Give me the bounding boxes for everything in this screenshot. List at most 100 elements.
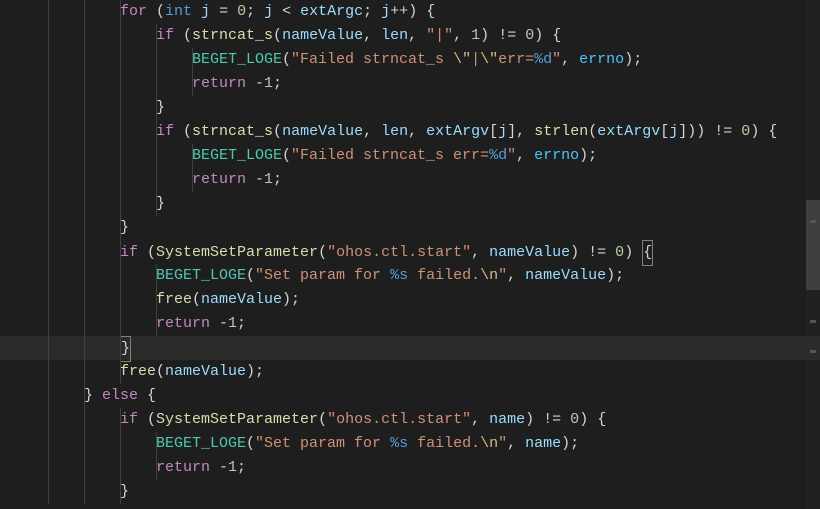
code-line[interactable]: if (strncat_s(nameValue, len, extArgv[j]… — [0, 120, 820, 144]
code-token: return — [156, 459, 219, 476]
code-token: ); — [282, 291, 300, 308]
indent-guide — [120, 480, 121, 504]
indent-guide — [84, 360, 85, 384]
code-token: 1 — [228, 315, 237, 332]
code-line[interactable]: return -1; — [0, 312, 820, 336]
code-token: errno — [534, 147, 579, 164]
code-token: BEGET_LOGE — [156, 435, 246, 452]
code-token: strlen — [534, 123, 588, 140]
indent-guide — [84, 216, 85, 240]
code-token: | — [471, 51, 480, 68]
vertical-scrollbar[interactable] — [806, 0, 820, 509]
code-token: j — [201, 3, 210, 20]
indent-guide — [84, 0, 85, 24]
code-token: nameValue — [525, 267, 606, 284]
code-line[interactable]: } — [0, 336, 820, 360]
indent-guide — [120, 240, 121, 264]
indent-guide — [48, 192, 49, 216]
code-line[interactable]: if (SystemSetParameter("ohos.ctl.start",… — [0, 240, 820, 264]
scrollbar-thumb[interactable] — [806, 200, 820, 290]
code-token: 1 — [264, 171, 273, 188]
indent-guide — [84, 312, 85, 336]
code-line[interactable]: free(nameValue); — [0, 288, 820, 312]
code-token: ( — [273, 123, 282, 140]
code-token: != — [714, 123, 741, 140]
code-line[interactable]: BEGET_LOGE("Set param for %s failed.\n",… — [0, 264, 820, 288]
code-token: free — [120, 363, 156, 380]
code-line[interactable]: } — [0, 216, 820, 240]
code-token: , — [453, 27, 471, 44]
indent-guide — [48, 384, 49, 408]
code-token: 0 — [237, 3, 246, 20]
code-token: nameValue — [282, 27, 363, 44]
indent-guide — [120, 96, 121, 120]
indent-guide — [156, 24, 157, 48]
indent-guide — [84, 168, 85, 192]
code-token: strncat_s — [192, 123, 273, 140]
code-token: ; — [363, 3, 381, 20]
code-token: failed. — [408, 267, 480, 284]
code-line[interactable]: } — [0, 480, 820, 504]
indent-guide — [156, 312, 157, 336]
code-token: , — [471, 411, 489, 428]
indent-guide — [48, 408, 49, 432]
indent-guide — [84, 24, 85, 48]
code-line[interactable]: BEGET_LOGE("Set param for %s failed.\n",… — [0, 432, 820, 456]
code-token: [ — [489, 123, 498, 140]
code-token: for — [120, 3, 156, 20]
code-line[interactable]: return -1; — [0, 72, 820, 96]
code-line[interactable]: if (SystemSetParameter("ohos.ctl.start",… — [0, 408, 820, 432]
code-line[interactable]: } else { — [0, 384, 820, 408]
code-token: ( — [156, 363, 165, 380]
indent-guide — [120, 432, 121, 456]
code-token: } — [120, 336, 131, 362]
indent-guide — [48, 72, 49, 96]
indent-guide — [192, 72, 193, 96]
code-token: nameValue — [201, 291, 282, 308]
code-token: " — [498, 267, 507, 284]
code-line[interactable]: } — [0, 96, 820, 120]
code-token: ) { — [750, 123, 777, 140]
code-token: nameValue — [489, 244, 570, 261]
code-line[interactable]: free(nameValue); — [0, 360, 820, 384]
indent-guide — [120, 0, 121, 24]
code-line[interactable]: if (strncat_s(nameValue, len, "|", 1) !=… — [0, 24, 820, 48]
code-token: != — [498, 27, 525, 44]
code-line[interactable]: BEGET_LOGE("Failed strncat_s err=%d", er… — [0, 144, 820, 168]
scrollbar-mark — [810, 320, 816, 323]
code-line[interactable]: } — [0, 192, 820, 216]
code-token: ( — [246, 435, 255, 452]
code-token: \n — [480, 267, 498, 284]
code-line[interactable]: return -1; — [0, 456, 820, 480]
code-token: ( — [318, 244, 327, 261]
code-token: ; — [273, 171, 282, 188]
code-token: 0 — [525, 27, 534, 44]
code-token: , — [507, 435, 525, 452]
code-line[interactable]: return -1; — [0, 168, 820, 192]
indent-guide — [48, 288, 49, 312]
indent-guide — [48, 456, 49, 480]
code-line[interactable]: BEGET_LOGE("Failed strncat_s \"|\"err=%d… — [0, 48, 820, 72]
indent-guide — [120, 336, 121, 360]
code-token: "Set param for — [255, 435, 390, 452]
code-token: "ohos.ctl.start" — [327, 411, 471, 428]
code-token: name — [525, 435, 561, 452]
code-token: failed. — [408, 435, 480, 452]
indent-guide — [48, 264, 49, 288]
code-token: , — [471, 244, 489, 261]
code-token: SystemSetParameter — [156, 244, 318, 261]
code-token: } — [156, 99, 165, 116]
code-token: , — [561, 51, 579, 68]
indent-guide — [156, 192, 157, 216]
code-token: ++ — [390, 3, 408, 20]
indent-guide — [156, 48, 157, 72]
indent-guide — [48, 360, 49, 384]
code-line[interactable]: for (int j = 0; j < extArgc; j++) { — [0, 0, 820, 24]
indent-guide — [120, 48, 121, 72]
code-token: j — [669, 123, 678, 140]
code-token: ) { — [579, 411, 606, 428]
code-token: != — [588, 244, 615, 261]
indent-guide — [84, 432, 85, 456]
code-token: ( — [588, 123, 597, 140]
code-editor[interactable]: for (int j = 0; j < extArgc; j++) {if (s… — [0, 0, 820, 504]
